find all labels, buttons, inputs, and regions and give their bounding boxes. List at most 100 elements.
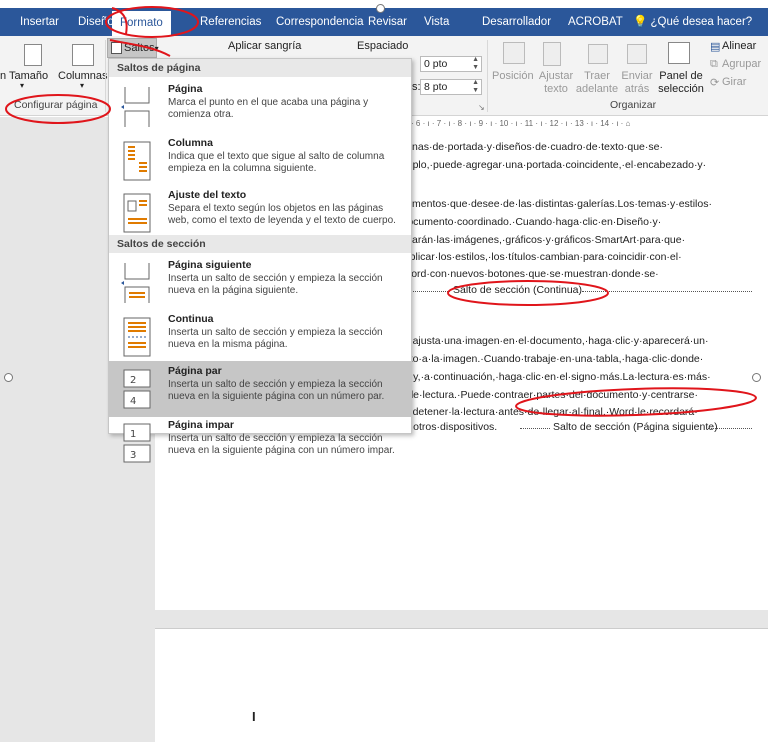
tab-formato[interactable]: Formato bbox=[112, 11, 171, 36]
menu-section-section-breaks: Saltos de sección bbox=[109, 235, 411, 253]
svg-text:4: 4 bbox=[130, 396, 136, 407]
even-page-break-icon: 24 bbox=[123, 369, 151, 409]
doc-line: elementos·que·desee·de·las·distintas·gal… bbox=[398, 198, 712, 210]
doc-line: emplo,·puede·agregar·una·portada·coincid… bbox=[398, 159, 707, 171]
group-button[interactable]: Agrupar bbox=[722, 58, 761, 70]
resize-handle[interactable] bbox=[4, 373, 13, 382]
bring-forward-icon[interactable] bbox=[588, 44, 608, 64]
menu-item-columna[interactable]: Columna Indica que el texto que sigue al… bbox=[109, 133, 411, 189]
tab-acrobat[interactable]: ACROBAT bbox=[568, 8, 623, 36]
menu-item-title: Página impar bbox=[168, 419, 234, 431]
selection-pane-button[interactable]: Panel de selección bbox=[656, 70, 706, 96]
group-configurar-pagina: Configurar página bbox=[14, 99, 98, 111]
position-icon[interactable] bbox=[503, 42, 525, 64]
spacing-before-input[interactable]: 0 pto ▲ ▼ bbox=[420, 56, 482, 72]
svg-text:3: 3 bbox=[130, 450, 136, 461]
group-organizar: Organizar bbox=[610, 99, 657, 111]
menu-item-desc: Inserta un salto de sección y empieza la… bbox=[168, 327, 383, 350]
menu-item-title: Ajuste del texto bbox=[168, 189, 247, 201]
send-backward-button[interactable]: Enviar atrás bbox=[620, 70, 654, 96]
doc-line: na·y,·a·continuación,·haga·clic·en·el·si… bbox=[398, 371, 711, 383]
paragraph-dialog-launcher-icon[interactable]: ↘ bbox=[478, 103, 485, 112]
doc-line: a·de·lectura.·Puede·contraer·partes·del·… bbox=[398, 389, 698, 401]
size-dropdown-arrow[interactable]: ▾ bbox=[20, 81, 24, 90]
menu-item-desc: Separa el texto según los objetos en las… bbox=[168, 203, 396, 226]
resize-handle[interactable] bbox=[376, 4, 385, 13]
ribbon-tab-bar: Insertar Diseño Formato Referencias Corr… bbox=[0, 8, 768, 36]
menu-item-pagina[interactable]: Página Marca el punto en el que acaba un… bbox=[109, 79, 411, 135]
columns-dropdown-arrow[interactable]: ▾ bbox=[80, 81, 84, 90]
menu-item-title: Página bbox=[168, 83, 203, 95]
saltos-button[interactable]: Saltos▾ bbox=[107, 38, 159, 58]
menu-item-desc: Indica que el texto que sigue al salto d… bbox=[168, 151, 385, 174]
text-cursor-icon: I bbox=[252, 709, 256, 724]
section-break-next-page[interactable]: Salto de sección (Página siguiente) bbox=[553, 421, 718, 433]
tell-me-text: ¿Qué desea hacer? bbox=[650, 16, 753, 28]
tab-desarrollador[interactable]: Desarrollador bbox=[482, 8, 551, 36]
wrap-text-button[interactable]: Ajustar texto bbox=[536, 70, 576, 96]
chevron-down-icon: ▾ bbox=[154, 44, 159, 53]
menu-item-pagina-par[interactable]: 24 Página par Inserta un salto de secció… bbox=[109, 361, 411, 417]
next-page-break-icon bbox=[121, 263, 150, 303]
horizontal-ruler[interactable]: 5 · ı · 6 · ı · 7 · ı · 8 · ı · 9 · ı · … bbox=[395, 117, 768, 130]
ribbon-separator bbox=[105, 40, 106, 112]
section-break-continuous[interactable]: Salto de sección (Continua) bbox=[453, 284, 582, 296]
selection-pane-icon[interactable] bbox=[668, 42, 690, 64]
column-break-icon bbox=[123, 141, 151, 181]
group-icon: ⧉ bbox=[710, 58, 718, 70]
tab-correspondencia[interactable]: Correspondencia bbox=[276, 8, 364, 36]
columns-icon[interactable] bbox=[72, 44, 94, 66]
document-page-2[interactable] bbox=[155, 628, 768, 742]
tab-diseno[interactable]: Diseño bbox=[78, 8, 114, 36]
svg-text:2: 2 bbox=[130, 375, 136, 386]
page-break-icon bbox=[121, 87, 150, 127]
menu-item-desc: Inserta un salto de sección y empieza la… bbox=[168, 273, 383, 296]
send-backward-icon[interactable] bbox=[627, 44, 647, 64]
ribbon-separator bbox=[487, 40, 488, 112]
menu-item-pagina-siguiente[interactable]: Página siguiente Inserta un salto de sec… bbox=[109, 255, 411, 311]
doc-line: se·ajusta·una·imagen·en·el·documento,·ha… bbox=[398, 335, 709, 347]
doc-line: nbiarán·las·imágenes,·gráficos·y·gráfico… bbox=[398, 234, 686, 246]
lightbulb-icon: 💡 bbox=[633, 16, 648, 28]
breaks-dropdown-menu: Saltos de página Página Marca el punto e… bbox=[108, 58, 412, 463]
position-button[interactable]: Posición bbox=[492, 70, 534, 82]
menu-item-pagina-impar[interactable]: 13 Página impar Inserta un salto de secc… bbox=[109, 415, 411, 467]
tell-me-box[interactable]: 💡 ¿Qué desea hacer? bbox=[633, 8, 752, 36]
doc-line: unto·a·la·imagen.·Cuando·trabaje·en·una·… bbox=[398, 353, 704, 365]
tab-revisar[interactable]: Revisar bbox=[368, 8, 407, 36]
wrap-text-icon[interactable] bbox=[543, 42, 561, 66]
align-icon: ▤ bbox=[710, 41, 721, 53]
section-break-line bbox=[708, 428, 752, 429]
odd-page-break-icon: 13 bbox=[123, 423, 151, 463]
menu-item-desc: Inserta un salto de sección y empieza la… bbox=[168, 433, 395, 456]
spacing-label: Espaciado bbox=[357, 40, 409, 52]
orientation-icon[interactable] bbox=[24, 44, 42, 66]
section-break-line bbox=[582, 291, 752, 292]
bring-forward-button[interactable]: Traer adelante bbox=[575, 70, 619, 96]
size-button[interactable]: n Tamaño bbox=[0, 70, 48, 82]
saltos-label: Saltos bbox=[124, 42, 155, 54]
section-break-line bbox=[520, 428, 550, 429]
text-wrapping-break-icon bbox=[123, 193, 151, 233]
menu-item-desc: Marca el punto en el que acaba una págin… bbox=[168, 97, 369, 120]
menu-section-page-breaks: Saltos de página bbox=[109, 59, 411, 77]
menu-item-title: Continua bbox=[168, 313, 214, 325]
rotate-icon: ⟳ bbox=[710, 77, 720, 89]
menu-item-title: Página par bbox=[168, 365, 222, 377]
tab-referencias[interactable]: Referencias bbox=[200, 8, 261, 36]
resize-handle[interactable] bbox=[752, 373, 761, 382]
tab-insertar[interactable]: Insertar bbox=[20, 8, 59, 36]
menu-item-ajuste-del-texto[interactable]: Ajuste del texto Separa el texto según l… bbox=[109, 185, 411, 241]
indent-label: Aplicar sangría bbox=[228, 40, 302, 52]
menu-item-continua[interactable]: Continua Inserta un salto de sección y e… bbox=[109, 309, 411, 365]
rotate-button[interactable]: Girar bbox=[722, 76, 746, 88]
menu-item-title: Columna bbox=[168, 137, 213, 149]
doc-line: ·Word·con·nuevos·botones·que·se·muestran… bbox=[398, 268, 659, 280]
spacing-after-input[interactable]: 8 pto ▲ ▼ bbox=[420, 79, 482, 95]
continuous-break-icon bbox=[123, 317, 151, 357]
tab-vista[interactable]: Vista bbox=[424, 8, 449, 36]
align-button[interactable]: Alinear bbox=[722, 40, 756, 52]
menu-item-title: Página siguiente bbox=[168, 259, 252, 271]
doc-line: áginas·de·portada·y·diseños·de·cuadro·de… bbox=[398, 141, 663, 153]
doc-line: ·documento·coordinado.·Cuando·haga·clic·… bbox=[398, 216, 662, 228]
